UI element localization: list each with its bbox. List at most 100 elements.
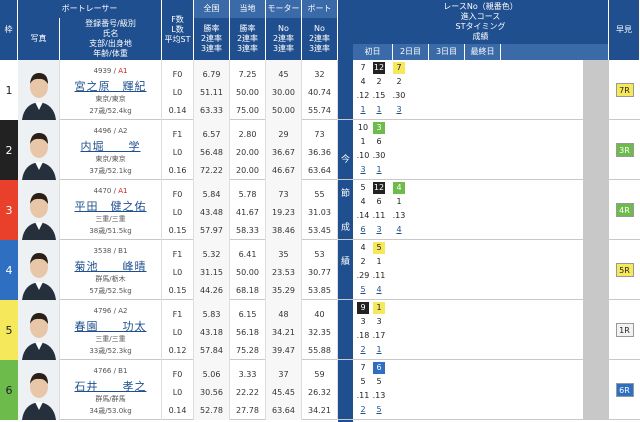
header-fl: F数 L数 平均ST	[162, 0, 194, 60]
race-result-link[interactable]: 6	[355, 225, 371, 234]
entry-course: 3	[360, 317, 366, 326]
stat-value: L0	[172, 148, 183, 157]
header-racer-sub: 登録番号/級別 氏名 支部/出身地 年齢/体重	[60, 18, 162, 60]
race-number-badge: 1	[373, 302, 385, 314]
stat-column-fl: F0 L0 0.15	[162, 180, 194, 240]
racer-age-weight: 38歳/51.5kg	[89, 227, 132, 235]
race-result-link[interactable]: 1	[355, 105, 371, 114]
quick-view-link[interactable]: 4R	[615, 203, 634, 217]
stat-value: 55.88	[308, 346, 331, 355]
waku-number: 2	[0, 120, 18, 180]
quick-view-link[interactable]: 5R	[615, 263, 634, 277]
stat-value: 29	[278, 130, 289, 139]
header-day-2: 2日目	[393, 44, 429, 60]
header-local-sub: 勝率 2連率 3連率	[230, 18, 266, 60]
start-timing: .13	[392, 211, 406, 220]
registration-number: 3538 /	[93, 247, 119, 255]
race-result-link[interactable]: 1	[371, 345, 387, 354]
quick-view-link[interactable]: 3R	[615, 143, 634, 157]
racer-registration: 4766 / B1	[60, 367, 161, 375]
racer-registration: 3538 / B1	[60, 247, 161, 255]
race-result-link[interactable]: 3	[391, 105, 407, 114]
race-result-link[interactable]: 3	[371, 225, 387, 234]
registration-number: 4470 /	[93, 187, 119, 195]
quick-view-cell: 4R	[609, 180, 640, 240]
race-result-link[interactable]: 4	[371, 285, 387, 294]
racer-age-weight: 34歳/53.0kg	[89, 407, 132, 415]
stat-column-boa: 73 36.36 63.64	[302, 120, 338, 180]
quick-view-cell: 5R	[609, 240, 640, 300]
stat-value: 34.21	[308, 406, 331, 415]
race-result-link[interactable]: 5	[371, 405, 387, 414]
racer-name-link[interactable]: 平田 健之佑	[60, 198, 161, 214]
entry-course: 2	[360, 257, 366, 266]
race-result-link[interactable]: 2	[355, 405, 371, 414]
header-national-sub-text: 勝率 2連率 3連率	[200, 24, 223, 53]
stat-value: 39.47	[272, 346, 295, 355]
race-number-badge: 5	[373, 242, 385, 254]
waku-number: 1	[0, 60, 18, 120]
race-result-link[interactable]: 5	[355, 285, 371, 294]
racer-registration: 4796 / A2	[60, 307, 161, 315]
stat-column-loc: 3.33 22.22 27.78	[230, 360, 266, 420]
entry-course: 3	[376, 317, 382, 326]
stat-value: 5.84	[202, 190, 221, 199]
stat-value: F1	[172, 310, 183, 319]
table-row: 6 4766 / B1 石井 孝之 群馬/群馬 34歳/53.0kg F0 L0 0.14 5.…	[0, 360, 640, 420]
header-day-4: 最終日	[465, 44, 501, 60]
entry-course: 4	[360, 77, 366, 86]
table-row: 2 4496 / A2 内堀 学東京/東京 37歳/52.1kg F1 L0 0.16 6.5…	[0, 120, 640, 180]
stat-value: 73	[314, 130, 325, 139]
stat-column-fl: F1 L0 0.12	[162, 300, 194, 360]
racer-name-link[interactable]: 宮之原 輝紀	[60, 78, 161, 94]
racer-class: B1	[118, 367, 128, 375]
stat-column-nat: 5.32 31.15 44.26	[194, 240, 230, 300]
race-result-link[interactable]: 3	[355, 165, 371, 174]
race-result-link[interactable]: 1	[371, 105, 387, 114]
stat-value: 35	[278, 250, 289, 259]
race-result-link[interactable]: 4	[391, 225, 407, 234]
stat-value: 72.22	[200, 166, 223, 175]
stat-column-mot: 48 34.21 39.47	[266, 300, 302, 360]
start-timing: .29	[356, 271, 370, 280]
stat-value: 56.48	[200, 148, 223, 157]
empty-results-area	[583, 300, 609, 359]
race-results: 7 4.12 1 12 2.15 1 7 2.30 3	[353, 60, 609, 120]
racer-class: A1	[118, 67, 128, 75]
racer-name-link[interactable]: 石井 孝之	[60, 378, 161, 394]
quick-view-link[interactable]: 1R	[615, 323, 634, 337]
race-number-badge: 7	[393, 62, 405, 74]
stat-value: 75.00	[236, 106, 259, 115]
stat-value: 7.25	[238, 70, 257, 79]
race-result-link[interactable]: 2	[355, 345, 371, 354]
racer-photo	[18, 360, 60, 420]
stat-value: 48	[278, 310, 289, 319]
stat-value: 53.85	[308, 286, 331, 295]
racer-name-link[interactable]: 菊池 峰晴	[60, 258, 161, 274]
header-racer: ボートレーサー	[18, 0, 162, 18]
stat-value: 0.14	[168, 106, 187, 115]
quick-view-cell: 6R	[609, 360, 640, 420]
racer-name-link[interactable]: 春園 功太	[60, 318, 161, 334]
racer-registration: 4496 / A2	[60, 127, 161, 135]
stat-value: 31.03	[308, 208, 331, 217]
racer-registration: 4939 / A1	[60, 67, 161, 75]
race-result-link[interactable]: 1	[371, 165, 387, 174]
empty-results-area	[583, 120, 609, 179]
stat-value: F0	[172, 370, 183, 379]
quick-view-link[interactable]: 6R	[615, 383, 634, 397]
header-day-1: 初日	[353, 44, 393, 60]
entry-course: 4	[360, 197, 366, 206]
stat-value: 63.33	[200, 106, 223, 115]
stat-value: L0	[172, 268, 183, 277]
racer-branch: 東京/東京	[95, 155, 126, 163]
stat-value: 19.23	[272, 208, 295, 217]
racer-class: A2	[118, 307, 128, 315]
header-national-sub: 勝率 2連率 3連率	[194, 18, 230, 60]
racer-info: 4766 / B1 石井 孝之 群馬/群馬 34歳/53.0kg	[60, 360, 162, 420]
quick-view-link[interactable]: 7R	[615, 83, 634, 97]
stat-column-loc: 5.78 41.67 58.33	[230, 180, 266, 240]
entry-course: 6	[376, 137, 382, 146]
header-photo: 写真	[18, 18, 60, 60]
racer-name-link[interactable]: 内堀 学	[60, 138, 161, 154]
